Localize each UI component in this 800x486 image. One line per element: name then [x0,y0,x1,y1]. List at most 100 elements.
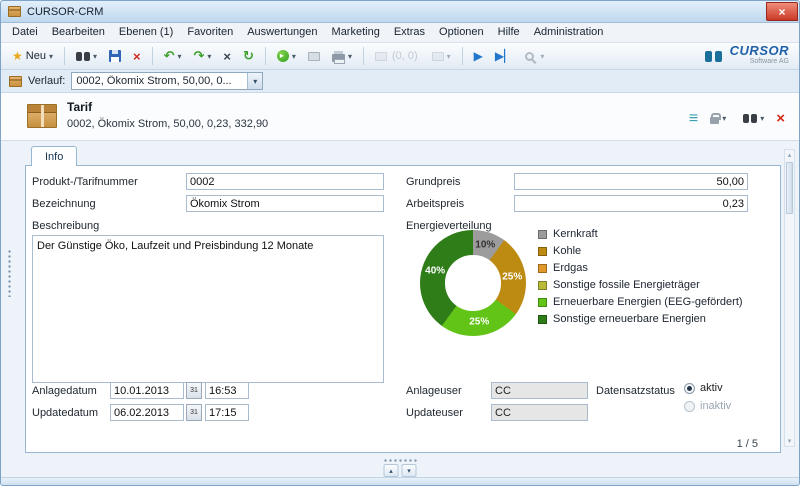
selection-counter: (0, 0) [370,46,425,67]
legend-item: Kohle [538,245,743,257]
expand-up-button[interactable]: ▴ [384,464,399,477]
toolbar: ★ Neu ▾ ▾ × ↶ ▾ ↷ ▾ [1,43,799,70]
anlagedatum-field[interactable]: 10.01.2013 [110,382,184,399]
chevron-down-icon: ▾ [760,114,764,123]
bottom-splitter-handle[interactable] [383,459,417,462]
calendar-button[interactable]: 31 [186,382,202,399]
combobox-dropdown-button[interactable]: ▾ [247,73,262,89]
legend-swatch [538,247,547,256]
close-record-icon[interactable]: × [776,110,785,127]
scroll-up-icon[interactable]: ▴ [785,151,794,159]
radio-aktiv[interactable]: aktiv [684,382,723,394]
history-bar: Verlauf: 0002, Ökomix Strom, 50,00, 0...… [1,70,799,93]
menu-favoriten[interactable]: Favoriten [180,23,240,42]
cancel-button[interactable]: × [218,46,236,67]
chevron-down-icon: ▾ [207,52,211,61]
left-splitter-handle[interactable] [8,249,11,297]
page-indicator: 1 / 5 [737,438,758,450]
redo-button[interactable]: ↷ ▾ [189,46,217,67]
new-button-label: Neu [26,50,46,62]
legend-label: Sonstige fossile Energieträger [553,279,700,291]
floppy-save-icon [109,50,121,62]
menu-bearbeiten[interactable]: Bearbeiten [45,23,112,42]
chevron-down-icon: ▾ [447,52,451,61]
menu-marketing[interactable]: Marketing [325,23,387,42]
toolbar-separator [265,47,266,65]
search-button[interactable]: ▾ [71,46,102,67]
document-button[interactable] [303,46,325,67]
beschreibung-label: Beschreibung [32,220,99,232]
legend-label: Sonstige erneuerbare Energien [553,313,706,325]
brand-logo: CURSOR Software AG [730,45,789,67]
play-button[interactable]: ▶ [469,46,488,67]
new-button[interactable]: ★ Neu ▾ [7,46,58,67]
record-header: Tarif 0002, Ökomix Strom, 50,00, 0,23, 3… [1,93,799,141]
vertical-scrollbar[interactable]: ▴ ▾ [784,149,795,447]
beschreibung-textarea[interactable]: Der Günstige Öko, Laufzeit und Preisbind… [32,235,384,383]
arbeitspreis-field[interactable]: 0,23 [514,195,748,212]
menu-optionen[interactable]: Optionen [432,23,491,42]
legend-item: Kernkraft [538,228,743,240]
radio-inaktiv-icon[interactable] [684,401,695,412]
radio-inaktiv[interactable]: inaktiv [684,400,731,412]
user-search-button: ▾ [520,46,549,67]
save-button[interactable] [104,46,126,67]
menu-extras[interactable]: Extras [387,23,432,42]
chevron-down-icon: ▾ [348,52,352,61]
brand-binoculars-icon [705,51,722,62]
produkt-field[interactable]: 0002 [186,173,384,190]
updatezeit-field[interactable]: 17:15 [205,404,249,421]
scroll-down-icon[interactable]: ▾ [785,437,794,445]
record-title: Tarif [67,100,268,114]
menu-bar: Datei Bearbeiten Ebenen (1) Favoriten Au… [1,23,799,43]
menu-ebenen[interactable]: Ebenen (1) [112,23,180,42]
lock-button[interactable]: ▾ [705,108,731,129]
redo-arrow-icon: ↷ [194,48,205,64]
chevron-down-icon: ▾ [49,52,53,61]
bezeichnung-label: Bezeichnung [32,198,96,210]
menu-list-icon[interactable]: ≡ [689,112,698,126]
legend-swatch [538,281,547,290]
toolbar-separator [363,47,364,65]
updateuser-field: CC [491,404,588,421]
undo-button[interactable]: ↶ ▾ [159,46,187,67]
radio-aktiv-icon[interactable] [684,383,695,394]
record-search-button[interactable]: ▾ [738,108,769,129]
refresh-button[interactable]: ↻ [238,46,259,67]
binoculars-icon [76,52,90,61]
legend-swatch [538,230,547,239]
bezeichnung-field[interactable]: Ökomix Strom [186,195,384,212]
donut-segment-label: 25% [502,271,522,282]
history-combobox-value: 0002, Ökomix Strom, 50,00, 0... [72,75,247,87]
anlagezeit-field[interactable]: 16:53 [205,382,249,399]
delete-button[interactable]: × [128,46,146,67]
legend-swatch [538,264,547,273]
legend-label: Kernkraft [553,228,598,240]
record-header-actions: ≡ ▾ ▾ × [689,108,785,129]
grundpreis-field[interactable]: 50,00 [514,173,748,190]
close-button[interactable]: × [766,2,798,21]
scrollbar-thumb[interactable] [786,162,793,214]
navigate-button[interactable]: ▾ [272,46,301,67]
title-bar[interactable]: CURSOR-CRM × [1,1,799,23]
produkt-label: Produkt-/Tarifnummer [32,176,138,188]
legend-swatch [538,315,547,324]
menu-administration[interactable]: Administration [527,23,611,42]
bottom-panel-toggles: ▴ ▾ [384,464,417,477]
document-icon [308,52,320,61]
tab-info[interactable]: Info [31,146,77,166]
tariff-package-icon [27,104,57,128]
menu-auswertungen[interactable]: Auswertungen [240,23,324,42]
print-button[interactable]: ▾ [327,46,357,67]
history-combobox[interactable]: 0002, Ökomix Strom, 50,00, 0... ▾ [71,72,263,90]
menu-datei[interactable]: Datei [5,23,45,42]
updatedatum-field[interactable]: 06.02.2013 [110,404,184,421]
collapse-down-button[interactable]: ▾ [402,464,417,477]
datensatzstatus-label: Datensatzstatus [596,385,675,397]
menu-hilfe[interactable]: Hilfe [491,23,527,42]
radio-inaktiv-label: inaktiv [700,400,731,412]
calendar-button[interactable]: 31 [186,404,202,421]
legend-item: Sonstige fossile Energieträger [538,279,743,291]
legend-item: Erneuerbare Energien (EEG-gefördert) [538,296,743,308]
play-last-button[interactable]: ▶▏ [490,46,518,67]
